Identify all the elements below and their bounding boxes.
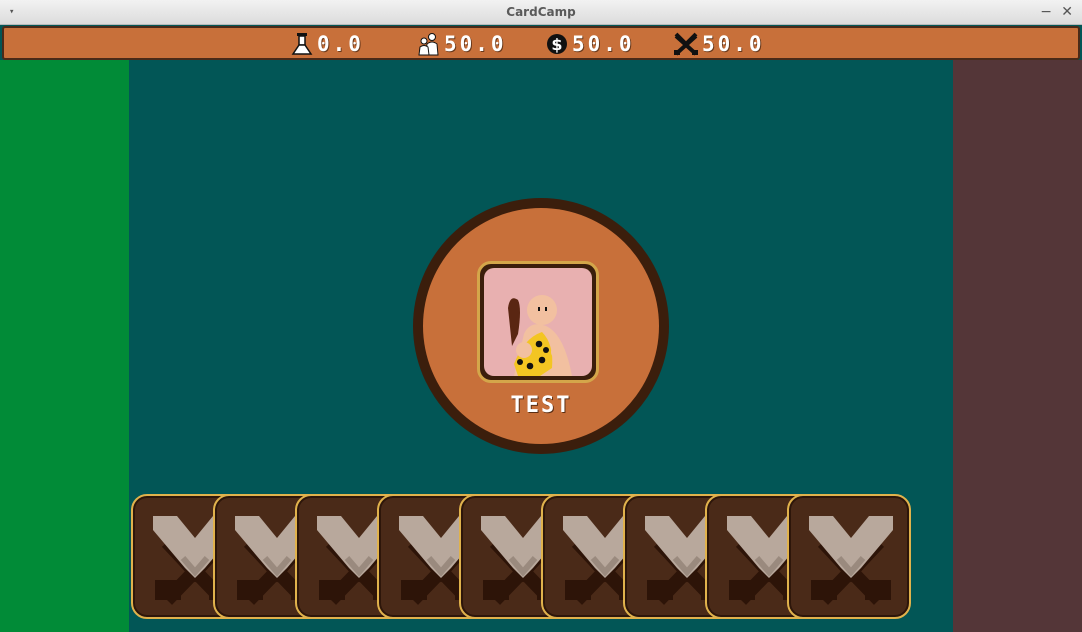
crossed-swords-icon xyxy=(674,32,698,56)
minimize-button[interactable]: − xyxy=(1040,4,1052,20)
resource-population: 50.0 xyxy=(417,32,507,56)
unit-portrait-frame[interactable] xyxy=(477,261,599,383)
unit-name-label: TEST xyxy=(510,393,572,418)
resource-money: $ 50.0 xyxy=(545,32,635,56)
svg-text:$: $ xyxy=(551,35,562,54)
population-value: 50.0 xyxy=(444,32,507,56)
window-title: CardCamp xyxy=(506,5,576,19)
right-panel xyxy=(953,60,1082,632)
window-title-bar: ▾ CardCamp − ✕ xyxy=(0,0,1082,25)
military-value: 50.0 xyxy=(702,32,765,56)
resource-science: 0.0 xyxy=(290,32,364,56)
caveman-icon xyxy=(484,268,592,376)
resource-bar: 0.0 50.0 $ 50.0 50.0 xyxy=(2,26,1080,60)
left-panel xyxy=(0,60,129,632)
dollar-icon: $ xyxy=(547,34,567,54)
flask-icon xyxy=(291,33,313,55)
hand-card[interactable] xyxy=(787,494,911,619)
science-value: 0.0 xyxy=(317,32,364,56)
resource-military: 50.0 xyxy=(673,32,765,56)
money-value: 50.0 xyxy=(572,32,635,56)
crossed-swords-icon xyxy=(809,516,893,605)
close-button[interactable]: ✕ xyxy=(1061,4,1073,20)
people-icon xyxy=(418,33,439,56)
